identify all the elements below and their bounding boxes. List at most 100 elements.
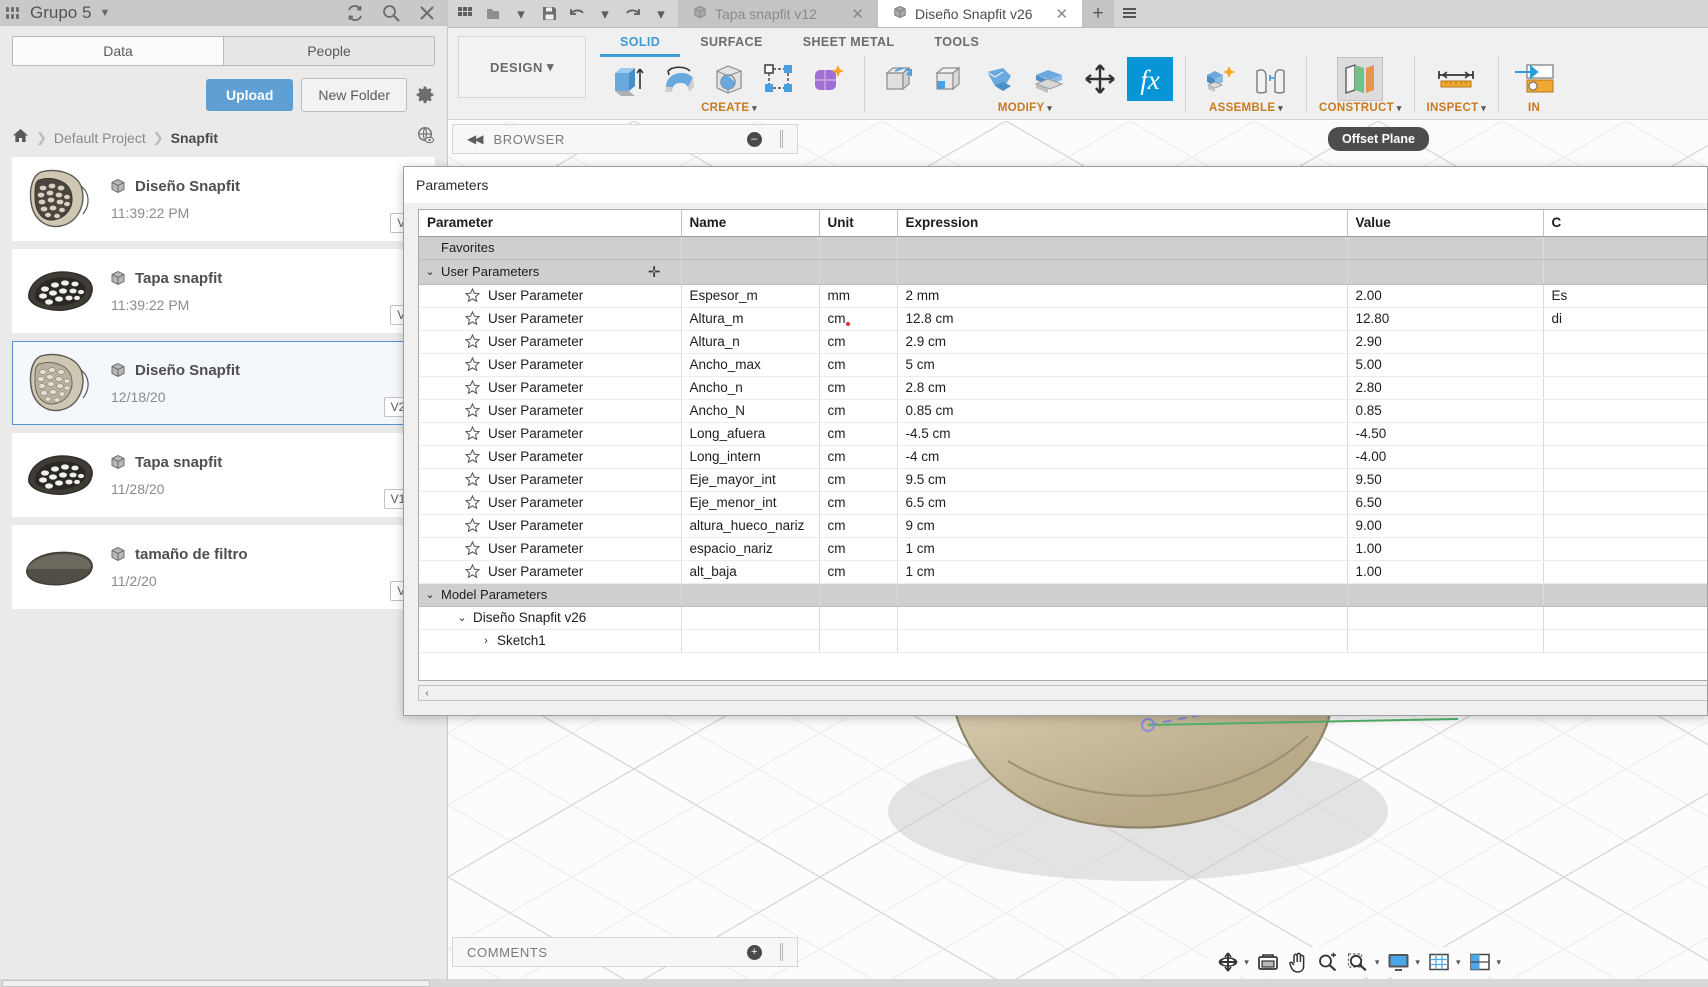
- horizontal-scrollbar[interactable]: ‹: [418, 685, 1707, 701]
- favorite-star-icon[interactable]: [464, 540, 481, 556]
- add-parameter-button[interactable]: ✛: [648, 263, 673, 281]
- parameter-unit[interactable]: cm: [819, 330, 898, 354]
- parameter-comment[interactable]: [1543, 353, 1707, 377]
- parameter-name[interactable]: espacio_nariz: [681, 537, 820, 561]
- parameter-expression[interactable]: -4 cm: [897, 445, 1348, 469]
- table-row[interactable]: User Parameter alt_baja cm 1 cm 1.00: [419, 560, 1707, 584]
- display-settings-icon[interactable]: [1385, 950, 1412, 974]
- parameter-name[interactable]: Altura_m: [681, 307, 820, 331]
- grid-snap-icon[interactable]: [1426, 950, 1453, 974]
- parameter-name[interactable]: Eje_mayor_int: [681, 468, 820, 492]
- parameter-unit[interactable]: cm: [819, 353, 898, 377]
- parameters-dialog[interactable]: Parameters Parameter Name Unit Expressio…: [403, 166, 1708, 716]
- shell-icon[interactable]: [977, 57, 1023, 101]
- scroll-left-icon[interactable]: ‹: [419, 688, 435, 699]
- table-row-tree-component[interactable]: ⌄ Diseño Snapfit v26: [419, 606, 1707, 630]
- close-icon[interactable]: [413, 2, 441, 24]
- parameter-expression[interactable]: 9.5 cm: [897, 468, 1348, 492]
- chevron-down-icon[interactable]: ⌄: [419, 588, 441, 601]
- chevron-down-icon[interactable]: ⌄: [451, 611, 473, 624]
- save-icon[interactable]: [536, 1, 562, 27]
- parameter-comment[interactable]: [1543, 399, 1707, 423]
- chevron-down-icon[interactable]: ▾: [1375, 957, 1383, 968]
- parameter-unit[interactable]: cm: [819, 376, 898, 400]
- parameter-comment[interactable]: [1543, 537, 1707, 561]
- parameter-expression[interactable]: 9 cm: [897, 514, 1348, 538]
- gear-icon[interactable]: [415, 85, 435, 105]
- chevron-down-icon[interactable]: ▾: [648, 1, 674, 27]
- list-item-selected[interactable]: Diseño Snapfit 12/18/20 V26▾: [12, 341, 435, 425]
- parameter-expression[interactable]: 5 cm: [897, 353, 1348, 377]
- table-row[interactable]: User Parameter Ancho_n cm 2.8 cm 2.80: [419, 376, 1707, 400]
- change-parameters-icon[interactable]: fx: [1127, 57, 1173, 101]
- parameter-expression[interactable]: 2 mm: [897, 284, 1348, 308]
- parameter-expression[interactable]: 2.9 cm: [897, 330, 1348, 354]
- table-row[interactable]: User Parameter espacio_nariz cm 1 cm 1.0…: [419, 537, 1707, 561]
- parameter-unit[interactable]: mm: [819, 284, 898, 308]
- parameter-expression[interactable]: 12.8 cm: [897, 307, 1348, 331]
- zoom-icon[interactable]: [1315, 950, 1342, 974]
- parameter-name[interactable]: alt_baja: [681, 560, 820, 584]
- parameter-comment[interactable]: [1543, 376, 1707, 400]
- favorite-star-icon[interactable]: [464, 494, 481, 510]
- parameter-name[interactable]: Long_afuera: [681, 422, 820, 446]
- favorite-star-icon[interactable]: [464, 517, 481, 533]
- column-header-expression[interactable]: Expression: [897, 210, 1348, 237]
- new-component-icon[interactable]: [1198, 57, 1244, 101]
- new-folder-button[interactable]: New Folder: [301, 78, 407, 112]
- combine-icon[interactable]: [1027, 57, 1073, 101]
- favorite-star-icon[interactable]: [464, 333, 481, 349]
- tab-data[interactable]: Data: [13, 37, 223, 65]
- parameter-expression[interactable]: 0.85 cm: [897, 399, 1348, 423]
- panel-resize-grip[interactable]: [780, 130, 783, 148]
- parameter-comment[interactable]: di: [1543, 307, 1707, 331]
- table-row[interactable]: User Parameter Espesor_m mm 2 mm 2.00 Es: [419, 284, 1707, 308]
- home-icon[interactable]: [12, 128, 29, 147]
- parameter-unit[interactable]: cm: [819, 514, 898, 538]
- parameter-comment[interactable]: [1543, 514, 1707, 538]
- group-row-favorites[interactable]: Favorites: [419, 236, 1707, 260]
- table-row[interactable]: User Parameter Ancho_max cm 5 cm 5.00: [419, 353, 1707, 377]
- parameter-name[interactable]: altura_hueco_nariz: [681, 514, 820, 538]
- parameter-name[interactable]: Eje_menor_int: [681, 491, 820, 515]
- column-header-unit[interactable]: Unit: [819, 210, 898, 237]
- undo-icon[interactable]: [564, 1, 590, 27]
- parameters-table-container[interactable]: Parameter Name Unit Expression Value C F…: [418, 209, 1707, 681]
- parameter-name[interactable]: Ancho_n: [681, 376, 820, 400]
- tab-list-icon[interactable]: [1114, 0, 1145, 27]
- look-at-icon[interactable]: [1255, 950, 1282, 974]
- parameter-expression[interactable]: 1 cm: [897, 537, 1348, 561]
- fillet-icon[interactable]: [927, 57, 973, 101]
- parameter-comment[interactable]: [1543, 445, 1707, 469]
- favorite-star-icon[interactable]: [464, 356, 481, 372]
- measure-icon[interactable]: [1433, 57, 1479, 101]
- panel-resize-grip[interactable]: [780, 943, 783, 961]
- table-row[interactable]: User Parameter Altura_n cm 2.9 cm 2.90: [419, 330, 1707, 354]
- favorite-star-icon[interactable]: [464, 379, 481, 395]
- parameter-comment[interactable]: [1543, 330, 1707, 354]
- design-workspace-selector[interactable]: DESIGN ▾: [458, 36, 586, 98]
- breadcrumb-item-project[interactable]: Default Project: [54, 130, 146, 146]
- parameter-name[interactable]: Ancho_max: [681, 353, 820, 377]
- document-tab-tapa-snapfit[interactable]: Tapa snapfit v12 ✕: [678, 0, 878, 27]
- tab-solid[interactable]: SOLID: [600, 32, 681, 57]
- comments-expand-icon[interactable]: +: [747, 944, 762, 960]
- favorite-star-icon[interactable]: [464, 448, 481, 464]
- list-item[interactable]: tamaño de filtro 11/2/20 V3▾: [12, 525, 435, 609]
- apps-grid-icon[interactable]: [6, 7, 22, 19]
- chevron-right-icon[interactable]: ›: [475, 635, 497, 647]
- parameter-unit[interactable]: cm: [819, 468, 898, 492]
- pattern-icon[interactable]: [756, 57, 802, 101]
- new-tab-button[interactable]: +: [1082, 0, 1115, 27]
- taskbar-item[interactable]: [2, 980, 430, 987]
- upload-button[interactable]: Upload: [205, 79, 294, 111]
- parameter-unit[interactable]: cm: [819, 445, 898, 469]
- parameter-unit[interactable]: cm: [819, 560, 898, 584]
- split-icon[interactable]: [1077, 57, 1123, 101]
- parameter-comment[interactable]: [1543, 560, 1707, 584]
- tab-surface[interactable]: SURFACE: [680, 32, 783, 57]
- redo-icon[interactable]: [620, 1, 646, 27]
- column-header-name[interactable]: Name: [681, 210, 820, 237]
- parameter-name[interactable]: Altura_n: [681, 330, 820, 354]
- table-row[interactable]: User Parameter Eje_mayor_int cm 9.5 cm 9…: [419, 468, 1707, 492]
